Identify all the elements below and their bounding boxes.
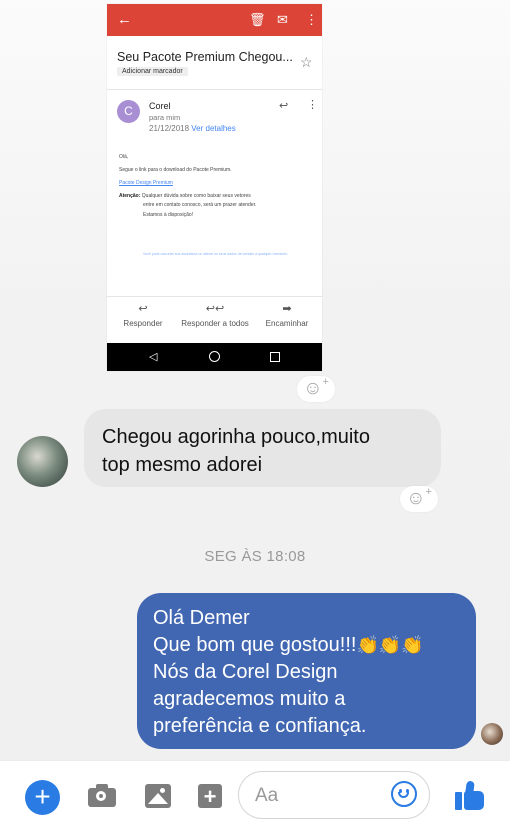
reply-action: ↩ Responder [117, 302, 169, 328]
sender-name: Corel [149, 101, 171, 111]
forward-label: Encaminhar [265, 319, 309, 328]
nav-back-icon: ◁ [149, 351, 158, 363]
message-line: preferência e confiança. [153, 715, 367, 737]
image-icon[interactable] [144, 781, 174, 811]
more-vert-icon: ⋮ [307, 99, 318, 111]
add-reaction-button[interactable]: ☺+ [297, 376, 335, 402]
message-line: agradecemos muito a [153, 688, 346, 710]
message-input[interactable]: Aa [238, 771, 430, 819]
seen-indicator-avatar [481, 723, 503, 745]
email-date: 21/12/2018 Ver detalhes [149, 124, 236, 133]
shared-email-screenshot[interactable]: ← 🗑 ✉ ⋮ Seu Pacote Premium Chegou... ☆ A… [107, 4, 322, 371]
emoji-icon[interactable] [391, 781, 417, 807]
more-vert-icon: ⋮ [305, 12, 318, 27]
smiley-add-icon: ☺+ [303, 376, 329, 399]
add-label-chip: Adicionar marcador [117, 67, 188, 76]
camera-icon[interactable] [87, 781, 117, 811]
email-actions: ↩ Responder ↩↩ Responder a todos ➡ Encam… [107, 302, 322, 342]
nav-home-icon [209, 351, 220, 362]
sticker-icon[interactable]: + [195, 781, 225, 811]
forward-action: ➡ Encaminhar [261, 302, 313, 328]
message-composer: + + Aa [0, 760, 510, 822]
message-line: Chegou agorinha pouco,muito [102, 426, 370, 448]
outgoing-message-bubble[interactable]: Olá Demer Que bom que gostou!!!👏👏👏 Nós d… [137, 593, 476, 749]
divider [107, 89, 322, 90]
attention-label: Atenção: [119, 193, 141, 199]
date-text: 21/12/2018 [149, 124, 190, 133]
message-line: Que bom que gostou!!!👏👏👏 [153, 632, 460, 659]
reply-icon: ↩ [138, 303, 148, 315]
message-timestamp: SEG ÀS 18:08 [204, 548, 306, 565]
recipient-text: para mim [149, 113, 181, 122]
like-icon[interactable] [452, 778, 488, 814]
sender-avatar: C [117, 100, 140, 123]
reply-all-icon: ↩↩ [205, 303, 225, 315]
reply-all-action: ↩↩ Responder a todos [177, 302, 253, 328]
clap-emoji: 👏👏👏 [356, 635, 424, 655]
add-reaction-button[interactable]: ☺+ [400, 486, 438, 512]
body-line: Segue o link para o download do Pacote P… [119, 167, 232, 173]
reply-icon: ↩ [279, 100, 289, 112]
plus-icon[interactable]: + [25, 780, 60, 815]
back-arrow-icon: ← [117, 11, 132, 28]
contact-avatar[interactable] [17, 436, 68, 487]
email-subject: Seu Pacote Premium Chegou... [117, 50, 293, 64]
attention-text-2: entre em contato conosco, será um prazer… [143, 202, 257, 208]
message-line: Olá Demer [153, 607, 250, 629]
footer-text: Você pode cancelar sua assinatura ou alt… [143, 252, 289, 256]
input-placeholder: Aa [255, 785, 279, 806]
incoming-message-bubble[interactable]: Chegou agorinha pouco,muito top mesmo ad… [84, 409, 441, 487]
reply-label: Responder [123, 319, 163, 328]
divider [107, 296, 322, 297]
details-link: Ver detalhes [191, 124, 236, 133]
nav-recents-icon [270, 352, 280, 362]
closing-line: Estamos à disposição! [143, 212, 194, 218]
mail-icon: ✉ [277, 12, 288, 27]
attention-text: Qualquer dúvida sobre como baixar seus v… [141, 193, 251, 199]
attention-line: Atenção: Qualquer dúvida sobre como baix… [119, 193, 251, 199]
message-line: Nós da Corel Design [153, 661, 338, 683]
body-link: Pacote Design Premium [119, 180, 173, 186]
star-icon: ☆ [300, 54, 313, 70]
email-toolbar: ← 🗑 ✉ ⋮ [107, 4, 322, 36]
android-nav-bar: ◁ [107, 343, 322, 371]
body-greeting: Olá, [119, 154, 129, 160]
reply-all-label: Responder a todos [181, 319, 249, 328]
smiley-add-icon: ☺+ [406, 486, 432, 509]
trash-icon: 🗑 [249, 12, 266, 27]
message-line: top mesmo adorei [102, 454, 263, 476]
message-text: Que bom que gostou!!! [153, 634, 357, 656]
forward-icon: ➡ [282, 303, 292, 315]
